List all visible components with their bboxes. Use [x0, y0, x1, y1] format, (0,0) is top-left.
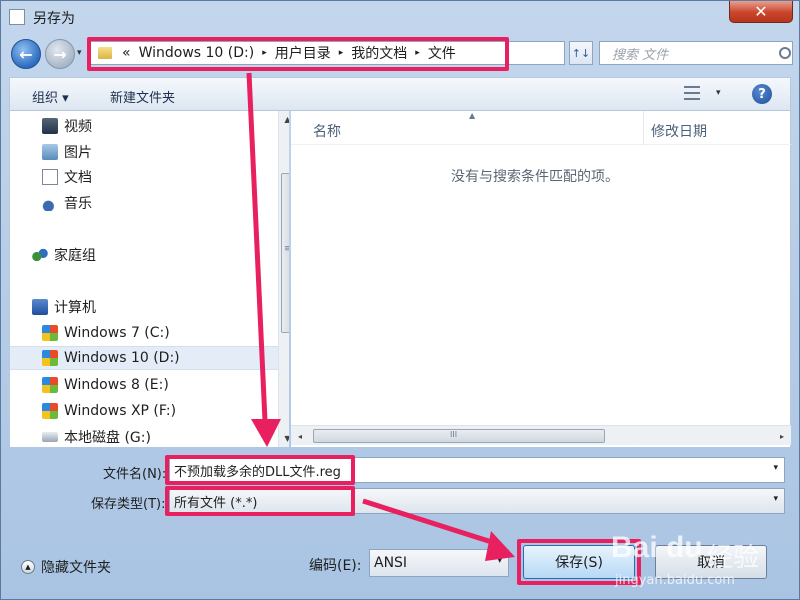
hide-folders-label: 隐藏文件夹	[41, 560, 111, 576]
sidebar-item-drive-g[interactable]: 本地磁盘 (G:)	[42, 425, 289, 447]
sidebar-item-label: 本地磁盘 (G:)	[64, 430, 151, 446]
search-icon	[779, 47, 791, 59]
sidebar-item-pictures[interactable]: 图片	[42, 140, 289, 164]
encoding-value: ANSI	[374, 555, 408, 571]
homegroup-icon	[32, 247, 48, 263]
refresh-button[interactable]: ↑↓	[569, 41, 593, 65]
music-icon	[42, 195, 58, 211]
back-button[interactable]: ←	[11, 39, 41, 69]
new-folder-button[interactable]: 新建文件夹	[110, 87, 175, 106]
sidebar-item-videos[interactable]: 视频	[42, 114, 289, 138]
sidebar-item-drive-f[interactable]: Windows XP (F:)	[42, 399, 289, 423]
column-divider[interactable]	[643, 111, 644, 145]
filename-highlight-frame	[165, 455, 355, 485]
recent-locations-dropdown[interactable]: ▾	[77, 48, 82, 58]
dialog-icon	[9, 9, 25, 25]
navigation-pane-scrollbar[interactable]: ▲ ≡ ▼	[278, 111, 289, 447]
sidebar-item-label: Windows 10 (D:)	[64, 350, 180, 366]
filename-dropdown-icon[interactable]: ▾	[773, 463, 778, 473]
filetype-label: 保存类型(T):	[91, 497, 166, 512]
file-list-pane: ▲ 名称 修改日期 没有与搜索条件匹配的项。 ◂ III ▸	[291, 111, 791, 447]
column-header-name[interactable]: 名称	[313, 121, 341, 141]
computer-icon	[32, 299, 48, 315]
scroll-up-icon[interactable]: ▲	[279, 111, 289, 128]
dialog-title: 另存为	[33, 11, 75, 27]
encoding-dropdown-icon[interactable]: ▾	[497, 556, 502, 566]
view-dropdown-icon[interactable]: ▾	[716, 88, 721, 98]
view-icon[interactable]	[684, 86, 700, 100]
file-list-horizontal-scrollbar[interactable]: ◂ III ▸	[291, 425, 791, 445]
encoding-select[interactable]: ANSI ▾	[369, 549, 509, 577]
command-toolbar: 组织 ▾ 新建文件夹 ▾ ?	[9, 77, 791, 111]
sidebar-item-homegroup[interactable]: 家庭组	[32, 243, 289, 267]
sidebar-item-label: Windows 8 (E:)	[64, 377, 169, 393]
encoding-label: 编码(E):	[309, 558, 362, 574]
sidebar-item-label: 文档	[64, 170, 92, 186]
filetype-dropdown-icon[interactable]: ▾	[773, 494, 778, 504]
close-button[interactable]: ✕	[729, 1, 793, 23]
sidebar-item-label: 家庭组	[54, 248, 96, 264]
sidebar-item-documents[interactable]: 文档	[42, 165, 289, 189]
search-input[interactable]: 搜索 文件	[599, 41, 793, 65]
sidebar-item-drive-d[interactable]: Windows 10 (D:)	[10, 346, 278, 370]
filename-label: 文件名(N):	[103, 467, 167, 482]
navigation-pane: 视频 图片 文档 音乐 家庭组 计算机 Windows 7 (C:) Windo…	[9, 111, 289, 447]
sidebar-item-drive-c[interactable]: Windows 7 (C:)	[42, 321, 289, 345]
sidebar-item-drive-e[interactable]: Windows 8 (E:)	[42, 373, 289, 397]
documents-icon	[42, 169, 58, 185]
disk-icon	[42, 432, 58, 442]
sidebar-item-label: 音乐	[64, 196, 92, 212]
sidebar-item-label: 视频	[64, 119, 92, 135]
scroll-down-icon[interactable]: ▼	[279, 430, 289, 447]
cancel-button[interactable]: 取消	[655, 545, 767, 579]
empty-results-message: 没有与搜索条件匹配的项。	[451, 169, 619, 185]
title-bar: 另存为 ✕	[1, 1, 799, 35]
sidebar-item-label: Windows 7 (C:)	[64, 325, 170, 341]
save-highlight-frame	[517, 539, 641, 585]
scroll-grip-icon: ≡	[284, 244, 289, 254]
filetype-highlight-frame	[165, 486, 355, 516]
column-header-date-modified[interactable]: 修改日期	[651, 121, 707, 141]
drive-icon	[42, 403, 58, 419]
scroll-thumb[interactable]: III	[313, 429, 605, 443]
drive-icon	[42, 325, 58, 341]
forward-button[interactable]: →	[45, 39, 75, 69]
save-as-dialog: 另存为 ✕ ← → ▾ « Windows 10 (D:) ▸ 用户目录 ▸ 我…	[0, 0, 800, 600]
scroll-grip-icon: III	[450, 430, 458, 439]
drive-icon	[42, 350, 58, 366]
drive-icon	[42, 377, 58, 393]
video-icon	[42, 118, 58, 134]
sidebar-item-label: 计算机	[54, 300, 96, 316]
address-highlight-frame	[87, 37, 509, 71]
pictures-icon	[42, 144, 58, 160]
scroll-left-icon[interactable]: ◂	[291, 426, 309, 446]
column-headers: ▲ 名称 修改日期	[291, 111, 791, 145]
sidebar-item-computer[interactable]: 计算机	[32, 295, 289, 319]
organize-menu[interactable]: 组织 ▾	[32, 87, 69, 106]
help-icon[interactable]: ?	[752, 84, 772, 104]
collapse-icon: ▲	[21, 560, 35, 574]
sidebar-item-label: Windows XP (F:)	[64, 403, 177, 419]
sort-arrow-icon: ▲	[469, 111, 476, 120]
hide-folders-toggle[interactable]: ▲ 隐藏文件夹	[21, 557, 111, 577]
scroll-right-icon[interactable]: ▸	[773, 426, 791, 446]
scroll-thumb[interactable]: ≡	[281, 173, 289, 333]
sidebar-item-music[interactable]: 音乐	[42, 191, 289, 215]
sidebar-item-label: 图片	[64, 145, 92, 161]
